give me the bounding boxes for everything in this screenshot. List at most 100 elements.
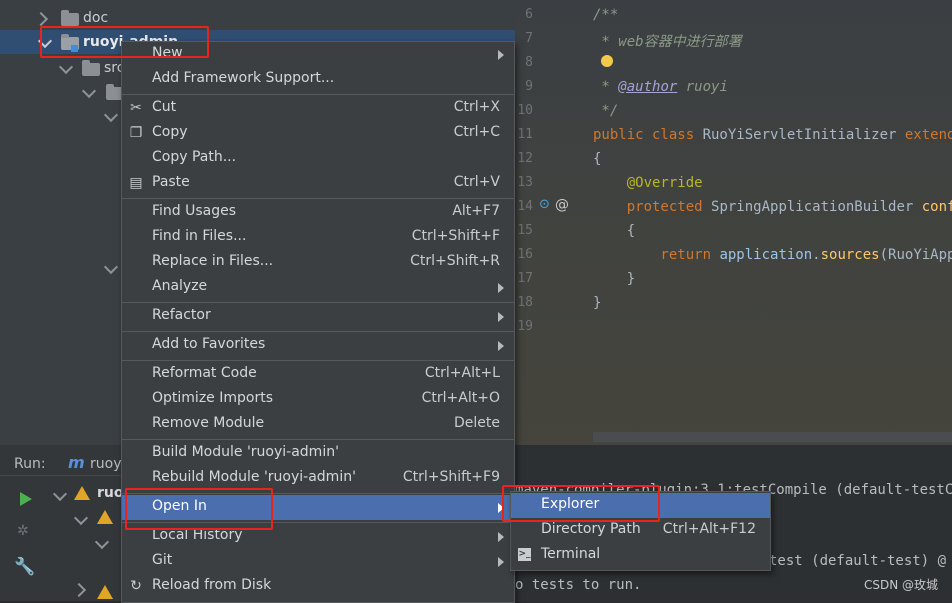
lightbulb-icon[interactable] (601, 55, 613, 67)
code-line: * @author ruoyi (593, 79, 728, 95)
code-editor[interactable]: 6 7 8 9 10 11 12 13 14 15 16 17 18 19 ⊙ … (515, 0, 952, 445)
line-number: 7 (525, 31, 533, 46)
clipboard-icon: ▤ (129, 175, 143, 191)
code-line: */ (593, 103, 619, 119)
code-token: . (812, 247, 821, 263)
code-token: ruoyi (677, 79, 728, 95)
code-token: RuoYiServletInitializer (702, 127, 905, 143)
line-number: 12 (517, 151, 533, 166)
submenu-item-terminal[interactable]: >_ Terminal (511, 543, 770, 568)
override-gutter-icon[interactable]: ⊙ (539, 197, 550, 212)
menu-separator (122, 331, 514, 332)
run-output-line: test (default-test) @ r (769, 553, 952, 569)
code-line: { (593, 151, 602, 167)
code-token: @author (618, 79, 678, 95)
warning-icon (74, 486, 90, 500)
menu-separator (122, 439, 514, 440)
line-number: 14 (517, 199, 533, 214)
menu-item-analyze[interactable]: Analyze (122, 275, 514, 300)
chevron-right-icon[interactable] (71, 582, 87, 598)
menu-item-label: Paste (152, 174, 190, 190)
chevron-down-icon[interactable] (103, 259, 119, 275)
folder-icon (82, 60, 100, 76)
folder-icon (61, 10, 79, 26)
warning-icon (97, 510, 113, 524)
line-number: 19 (517, 319, 533, 334)
line-number: 11 (517, 127, 533, 142)
menu-item-replace-in-files[interactable]: Replace in Files... Ctrl+Shift+R (122, 250, 514, 275)
terminal-icon: >_ (518, 548, 531, 561)
annotation-gutter-icon[interactable]: @ (555, 197, 569, 213)
menu-item-shortcut: Ctrl+Shift+F9 (402, 469, 500, 485)
menu-item-copy[interactable]: ❐ Copy Ctrl+C (122, 121, 514, 146)
run-label: Run: (14, 456, 46, 472)
editor-gutter: 6 7 8 9 10 11 12 13 14 15 16 17 18 19 ⊙ … (515, 0, 585, 445)
run-output-line: o tests to run. (515, 577, 642, 593)
menu-item-refactor[interactable]: Refactor (122, 304, 514, 329)
code-line: } (593, 271, 636, 287)
code-token: sources (820, 247, 880, 263)
menu-item-label: Rebuild Module 'ruoyi-admin' (152, 469, 356, 485)
copy-icon: ❐ (129, 125, 143, 141)
code-token: return (593, 247, 720, 263)
menu-item-paste[interactable]: ▤ Paste Ctrl+V (122, 171, 514, 196)
menu-item-add-to-favorites[interactable]: Add to Favorites (122, 333, 514, 358)
line-number: 13 (517, 175, 533, 190)
line-number: 17 (517, 271, 533, 286)
line-number: 10 (517, 103, 533, 118)
maven-icon: m (68, 453, 85, 472)
menu-item-remove-module[interactable]: Remove Module Delete (122, 412, 514, 437)
run-tree-item[interactable]: ruo (97, 485, 124, 501)
menu-item-cut[interactable]: ✂ Cut Ctrl+X (122, 96, 514, 121)
menu-item-optimize-imports[interactable]: Optimize Imports Ctrl+Alt+O (122, 387, 514, 412)
chevron-down-icon[interactable] (58, 59, 74, 75)
line-number: 9 (525, 79, 533, 94)
code-token: application (719, 247, 813, 263)
submenu-arrow-icon (498, 312, 504, 322)
line-number: 15 (517, 223, 533, 238)
menu-item-copy-path[interactable]: Copy Path... (122, 146, 514, 171)
menu-item-shortcut: Ctrl+Alt+O (421, 390, 500, 406)
run-play-icon[interactable] (20, 492, 32, 506)
line-number: 18 (517, 295, 533, 310)
menu-item-shortcut: Ctrl+Shift+R (410, 253, 500, 269)
chevron-down-icon[interactable] (94, 534, 110, 550)
annotation-box-explorer (502, 485, 660, 522)
tree-item-folder[interactable] (0, 80, 124, 104)
debug-icon[interactable]: ✲ (17, 523, 29, 539)
menu-item-find-in-files[interactable]: Find in Files... Ctrl+Shift+F (122, 225, 514, 250)
menu-item-find-usages[interactable]: Find Usages Alt+F7 (122, 200, 514, 225)
scissors-icon: ✂ (130, 100, 142, 116)
code-line: /** (593, 7, 619, 23)
menu-item-reformat-code[interactable]: Reformat Code Ctrl+Alt+L (122, 362, 514, 387)
run-tab-label[interactable]: ruoy (90, 456, 121, 472)
chevron-down-icon[interactable] (81, 83, 97, 99)
menu-item-label: Reload from Disk (152, 577, 272, 593)
reload-icon: ↻ (130, 578, 142, 594)
menu-item-shortcut: Ctrl+Shift+F (411, 228, 500, 244)
menu-item-label: Build Module 'ruoyi-admin' (152, 444, 339, 460)
submenu-arrow-icon (498, 532, 504, 542)
code-token: web容器中进行部署 (618, 34, 742, 50)
code-token: (RuoYiAppli (879, 247, 952, 263)
code-line: * web容器中进行部署 (593, 31, 742, 51)
menu-item-add-framework-support[interactable]: Add Framework Support... (122, 67, 514, 92)
chevron-down-icon[interactable] (52, 486, 68, 502)
code-token: * (593, 34, 619, 50)
code-token: extends (904, 127, 952, 143)
horizontal-scrollbar[interactable] (593, 432, 952, 442)
menu-item-label: Add Framework Support... (152, 70, 335, 86)
menu-item-build-module[interactable]: Build Module 'ruoyi-admin' (122, 441, 514, 466)
code-line: public class RuoYiServletInitializer ext… (593, 127, 952, 143)
chevron-down-icon[interactable] (73, 510, 89, 526)
menu-item-reload-from-disk[interactable]: ↻ Reload from Disk (122, 574, 514, 599)
chevron-down-icon[interactable] (103, 107, 119, 123)
wrench-icon[interactable]: 🔧 (14, 557, 35, 577)
menu-item-shortcut: Ctrl+X (453, 99, 500, 115)
menu-item-shortcut: Delete (454, 415, 500, 431)
menu-item-git[interactable]: Git (122, 549, 514, 574)
code-line: @Override (593, 175, 703, 191)
menu-separator (122, 198, 514, 199)
chevron-right-icon[interactable] (33, 11, 49, 27)
tree-item-src[interactable]: src (0, 56, 124, 80)
